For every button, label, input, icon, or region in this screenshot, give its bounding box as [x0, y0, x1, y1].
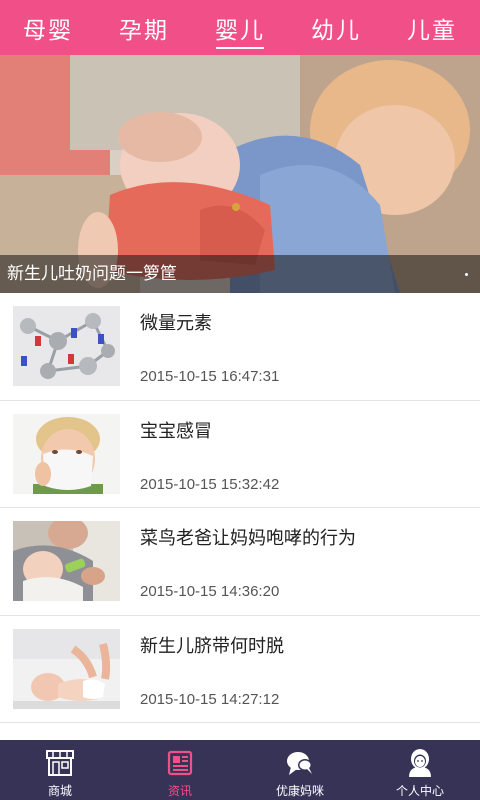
news-icon	[164, 747, 196, 779]
hero-banner[interactable]: 新生儿吐奶问题一箩筐	[0, 55, 480, 293]
bottom-tab-profile[interactable]: 个人中心	[360, 740, 480, 800]
bottom-tab-label: 商城	[47, 784, 72, 798]
newborn-diaper-change-image	[13, 628, 120, 709]
list-item[interactable]: 菜鸟老爸让妈妈咆哮的行为 2015-10-15 14:36:20	[0, 508, 480, 616]
bottom-tab-label: 优康妈咪	[275, 784, 324, 798]
article-time: 2015-10-15 15:32:42	[140, 475, 280, 493]
list-item[interactable]: 微量元素 2015-10-15 16:47:31	[0, 293, 480, 401]
tab-muying[interactable]: 母婴	[0, 0, 96, 55]
tab-yunqi[interactable]: 孕期	[96, 0, 192, 55]
chat-bubble-icon	[284, 747, 316, 779]
article-title: 宝宝感冒	[140, 420, 212, 442]
article-list: 微量元素 2015-10-15 16:47:31 宝宝感冒 2015-10-15…	[0, 293, 480, 723]
article-title: 菜鸟老爸让妈妈咆哮的行为	[140, 528, 356, 549]
tab-ertong[interactable]: 儿童	[384, 0, 480, 55]
slide-indicator-dot	[465, 273, 468, 276]
list-item[interactable]: 新生儿脐带何时脱 2015-10-15 14:27:12	[0, 616, 480, 723]
article-time: 2015-10-15 14:27:12	[140, 690, 280, 708]
molecule-model-image	[13, 306, 120, 386]
category-tab-bar: 母婴 孕期 婴儿 幼儿 儿童	[0, 0, 480, 55]
hero-caption: 新生儿吐奶问题一箩筐	[0, 255, 480, 293]
child-blowing-nose-image	[13, 413, 120, 494]
shop-icon	[44, 747, 76, 779]
bottom-tab-shop[interactable]: 商城	[0, 740, 120, 800]
bottom-tab-youkang-mommy[interactable]: 优康妈咪	[240, 740, 360, 800]
article-title: 新生儿脐带何时脱	[140, 635, 284, 657]
list-item[interactable]: 宝宝感冒 2015-10-15 15:32:42	[0, 401, 480, 508]
bottom-tab-news[interactable]: 资讯	[120, 740, 240, 800]
tab-yinger[interactable]: 婴儿	[192, 0, 288, 55]
tab-youer[interactable]: 幼儿	[288, 0, 384, 55]
dad-bottle-feeding-image	[13, 521, 120, 601]
bottom-tab-bar: 商城 资讯 优康妈咪 个人中心	[0, 740, 480, 800]
user-avatar-icon	[404, 747, 436, 779]
bottom-tab-label: 资讯	[167, 784, 192, 798]
article-time: 2015-10-15 16:47:31	[140, 368, 280, 385]
bottom-tab-label: 个人中心	[395, 784, 444, 798]
article-time: 2015-10-15 14:36:20	[140, 583, 280, 600]
article-title: 微量元素	[140, 313, 212, 334]
